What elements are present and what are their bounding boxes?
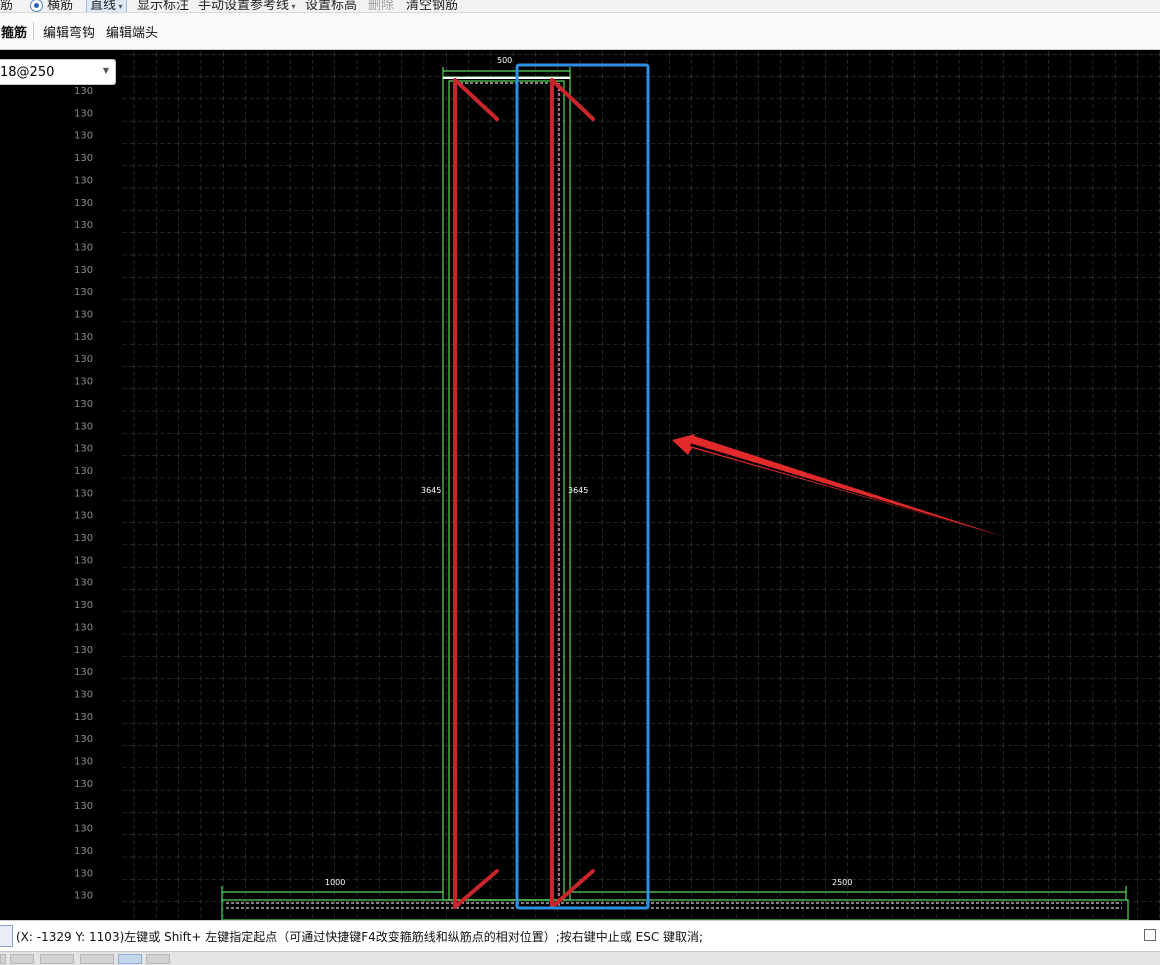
row-label: 130 <box>74 801 93 812</box>
row-label: 130 <box>74 690 93 701</box>
row-label: 130 <box>74 243 93 254</box>
chevron-down-icon: ▼ <box>102 66 109 75</box>
bottom-tab[interactable] <box>80 954 114 964</box>
row-label: 130 <box>74 444 93 455</box>
grid-background <box>120 50 1160 920</box>
row-label: 130 <box>74 734 93 745</box>
row-label: 130 <box>74 86 93 97</box>
rebar-spec-combo[interactable]: 18@250 ▼ <box>0 59 116 85</box>
row-labels: 130 130 130 130 130 130 130 130 130 130 130 130 130 1… <box>74 86 93 902</box>
row-label: 130 <box>74 600 93 611</box>
horizontal-rebar-label: 横筋 <box>47 0 74 13</box>
row-label: 130 <box>74 757 93 768</box>
straight-line-dropdown[interactable]: 直线 ▾ <box>86 0 127 13</box>
row-label: 130 <box>74 108 93 119</box>
row-label: 130 <box>74 712 93 723</box>
stirrup-tab[interactable]: 箍筋 <box>1 22 27 41</box>
top-toolbar: 筋 横筋 直线 ▾ 显示标注 手动设置参考线 ▾ 设置标高 删除 清空钢筋 <box>0 0 1160 13</box>
row-label: 130 <box>74 287 93 298</box>
status-bar: (X: -1329 Y: 1103)左键或 Shift+ 左键指定起点（可通过快… <box>0 920 1160 951</box>
clear-rebar-button[interactable]: 清空钢筋 <box>406 0 458 12</box>
row-label: 130 <box>74 645 93 656</box>
status-text: (X: -1329 Y: 1103)左键或 Shift+ 左键指定起点（可通过快… <box>16 930 704 944</box>
dim-bottom-right: 2500 <box>832 878 852 887</box>
bottom-tab[interactable] <box>146 954 170 964</box>
straight-line-label: 直线 <box>90 0 117 13</box>
row-label: 130 <box>74 153 93 164</box>
row-label: 130 <box>74 868 93 879</box>
edit-hook-button[interactable]: 编辑弯钩 <box>43 22 95 41</box>
bottom-tab[interactable] <box>10 954 34 964</box>
row-label: 130 <box>74 466 93 477</box>
bottom-tab[interactable] <box>40 954 74 964</box>
row-label: 130 <box>74 891 93 902</box>
row-label: 130 <box>74 131 93 142</box>
chevron-down-icon: ▾ <box>289 2 296 11</box>
dim-left-height: 3645 <box>421 486 441 495</box>
row-label: 130 <box>74 377 93 388</box>
status-toggle-icon[interactable] <box>0 925 13 947</box>
row-label: 130 <box>74 332 93 343</box>
row-label: 130 <box>74 779 93 790</box>
set-elevation-button[interactable]: 设置标高 <box>305 0 357 12</box>
row-label: 130 <box>74 667 93 678</box>
bottom-tab-bar <box>0 951 1160 965</box>
manual-ref-line-dropdown[interactable]: 手动设置参考线 ▾ <box>198 0 296 13</box>
chevron-down-icon: ▾ <box>116 2 123 11</box>
radio-selected-icon <box>30 0 43 12</box>
row-label: 130 <box>74 846 93 857</box>
row-label: 130 <box>74 220 93 231</box>
row-label: 130 <box>74 533 93 544</box>
dim-bottom-left: 1000 <box>325 878 345 887</box>
row-label: 130 <box>74 488 93 499</box>
dim-top: 500 <box>497 56 512 65</box>
row-label: 130 <box>74 175 93 186</box>
row-label: 130 <box>74 399 93 410</box>
row-label: 130 <box>74 511 93 522</box>
edit-end-button[interactable]: 编辑端头 <box>106 22 158 41</box>
toolbar-divider <box>33 22 34 40</box>
row-label: 130 <box>74 578 93 589</box>
bottom-tab[interactable] <box>0 954 6 964</box>
row-label: 130 <box>74 198 93 209</box>
row-label: 130 <box>74 421 93 432</box>
tb-rebar-short[interactable]: 筋 <box>0 0 13 12</box>
rebar-spec-value: 18@250 <box>0 65 55 80</box>
row-label: 130 <box>74 310 93 321</box>
expand-icon[interactable] <box>1144 929 1156 941</box>
delete-button[interactable]: 删除 <box>368 0 394 12</box>
row-label: 130 <box>74 265 93 276</box>
manual-ref-line-label: 手动设置参考线 <box>198 0 290 13</box>
row-label: 130 <box>74 622 93 633</box>
row-label: 130 <box>74 354 93 365</box>
drawing-canvas[interactable]: 1301301301301301301301301301301301301301… <box>0 50 1160 920</box>
show-annotation-button[interactable]: 显示标注 <box>137 0 189 12</box>
edit-toolbar: 箍筋 编辑弯钩 编辑端头 <box>0 13 1160 50</box>
horizontal-rebar-radio[interactable]: 横筋 <box>30 0 74 13</box>
dim-right-height: 3645 <box>568 486 588 495</box>
row-label: 130 <box>74 824 93 835</box>
bottom-tab-active[interactable] <box>118 954 142 964</box>
row-label: 130 <box>74 555 93 566</box>
